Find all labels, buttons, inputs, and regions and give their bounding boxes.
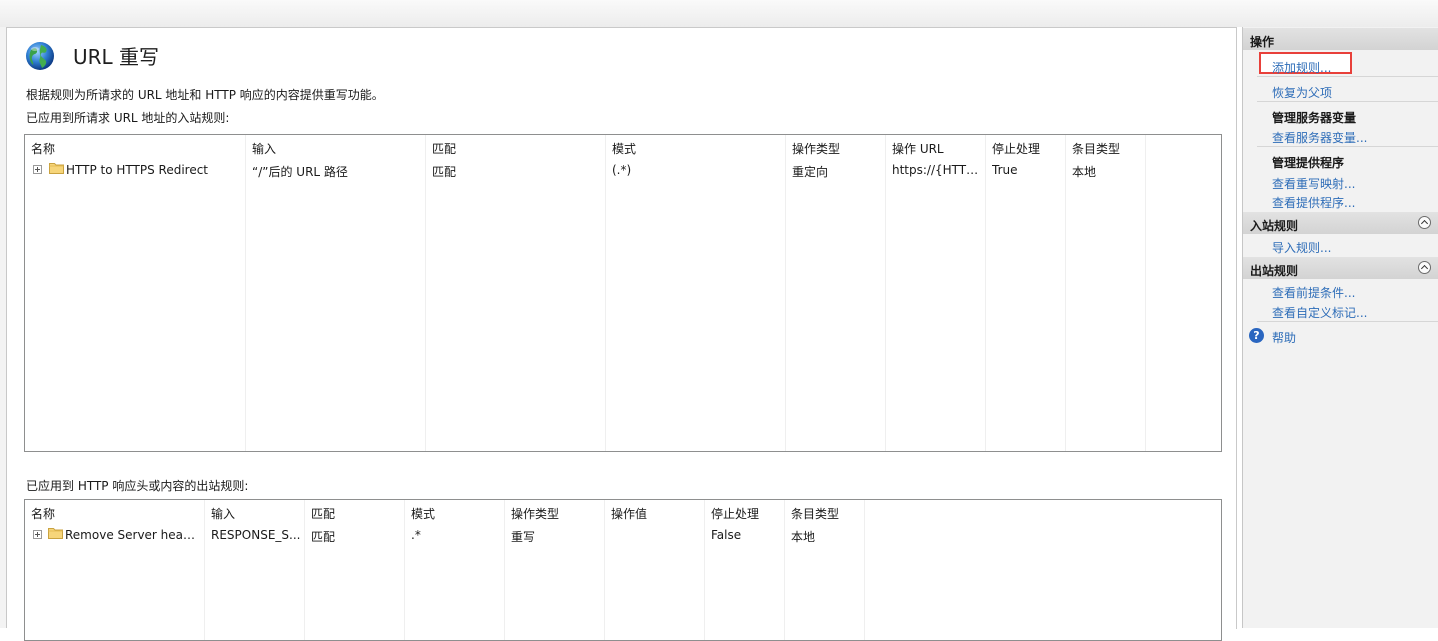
rule-input: RESPONSE_S... [211, 528, 301, 542]
rule-match: 匹配 [432, 165, 457, 179]
expand-plus-icon[interactable] [33, 530, 42, 539]
col-header-input[interactable]: 输入 [252, 140, 276, 157]
help-icon[interactable]: ? [1249, 328, 1264, 343]
view-rewrite-maps-link[interactable]: 查看重写映射... [1272, 175, 1355, 192]
rule-stop-processing: True [992, 163, 1018, 177]
window-top-band [0, 0, 1438, 27]
rule-match: 匹配 [311, 530, 336, 544]
view-custom-tags-link[interactable]: 查看自定义标记... [1272, 304, 1367, 321]
folder-icon [49, 163, 64, 174]
expand-plus-icon[interactable] [33, 165, 42, 174]
rule-action-url: https://{HTTP... [892, 163, 982, 177]
view-providers-link[interactable]: 查看提供程序... [1272, 194, 1355, 211]
page-title: URL 重写 [73, 45, 160, 69]
rule-name: HTTP to HTTPS Redirect [66, 163, 209, 177]
collapse-chevron-icon[interactable] [1418, 261, 1431, 274]
col-header-action-type[interactable]: 操作类型 [511, 505, 559, 522]
page-description: 根据规则为所请求的 URL 地址和 HTTP 响应的内容提供重写功能。 [26, 88, 384, 102]
actions-header: 操作 [1243, 28, 1438, 50]
inbound-rules-header-label: 入站规则 [1250, 219, 1299, 233]
help-link[interactable]: 帮助 [1272, 329, 1296, 346]
add-rule-link[interactable]: 添加规则... [1272, 59, 1331, 76]
inbound-caption: 已应用到所请求 URL 地址的入站规则: [26, 111, 230, 125]
col-header-stop-processing[interactable]: 停止处理 [992, 140, 1040, 157]
server-variables-group: 管理服务器变量 [1272, 111, 1357, 125]
collapse-chevron-icon[interactable] [1418, 216, 1431, 229]
globe-icon [26, 42, 54, 70]
col-header-pattern[interactable]: 模式 [612, 140, 636, 157]
col-header-entry-type[interactable]: 条目类型 [1072, 140, 1120, 157]
col-header-action-type[interactable]: 操作类型 [792, 140, 840, 157]
rule-name: Remove Server header [65, 528, 202, 542]
left-pane-edge [0, 27, 7, 628]
view-server-variables-link[interactable]: 查看服务器变量... [1272, 129, 1367, 146]
main-content: URL 重写 根据规则为所请求的 URL 地址和 HTTP 响应的内容提供重写功… [7, 27, 1237, 641]
rule-action-type: 重写 [511, 530, 536, 544]
col-header-stop-processing[interactable]: 停止处理 [711, 505, 759, 522]
folder-icon [48, 528, 63, 539]
outbound-caption: 已应用到 HTTP 响应头或内容的出站规则: [26, 479, 249, 493]
import-rules-link[interactable]: 导入规则... [1272, 239, 1331, 256]
outbound-rules-table[interactable]: 名称 输入 匹配 模式 操作类型 操作值 停止处理 条目类型 Remove Se… [24, 499, 1222, 641]
rule-stop-processing: False [711, 528, 742, 542]
rule-entry-type: 本地 [1072, 165, 1097, 179]
rule-action-type: 重定向 [792, 165, 829, 179]
revert-to-parent-link[interactable]: 恢复为父项 [1272, 84, 1332, 101]
col-header-input[interactable]: 输入 [211, 505, 235, 522]
rule-entry-type: 本地 [791, 530, 816, 544]
outbound-rules-header[interactable]: 出站规则 [1243, 257, 1438, 279]
col-header-match[interactable]: 匹配 [311, 505, 335, 522]
col-header-name[interactable]: 名称 [31, 505, 55, 522]
rule-pattern: .* [411, 528, 421, 542]
view-preconditions-link[interactable]: 查看前提条件... [1272, 284, 1355, 301]
col-header-match[interactable]: 匹配 [432, 140, 456, 157]
inbound-rules-table[interactable]: 名称 输入 匹配 模式 操作类型 操作 URL 停止处理 条目类型 HTTP t… [24, 134, 1222, 452]
col-header-name[interactable]: 名称 [31, 140, 55, 157]
col-header-action-url[interactable]: 操作 URL [892, 140, 944, 157]
providers-group: 管理提供程序 [1272, 156, 1345, 170]
outbound-rules-header-label: 出站规则 [1250, 264, 1299, 278]
rule-input: “/”后的 URL 路径 [252, 165, 348, 179]
inbound-rules-header[interactable]: 入站规则 [1243, 212, 1438, 234]
rule-pattern: (.*) [612, 163, 632, 177]
col-header-pattern[interactable]: 模式 [411, 505, 435, 522]
col-header-action-value[interactable]: 操作值 [611, 505, 647, 522]
actions-pane: 操作 添加规则... 恢复为父项 管理服务器变量 查看服务器变量... 管理提供… [1242, 27, 1438, 628]
col-header-entry-type[interactable]: 条目类型 [791, 505, 839, 522]
